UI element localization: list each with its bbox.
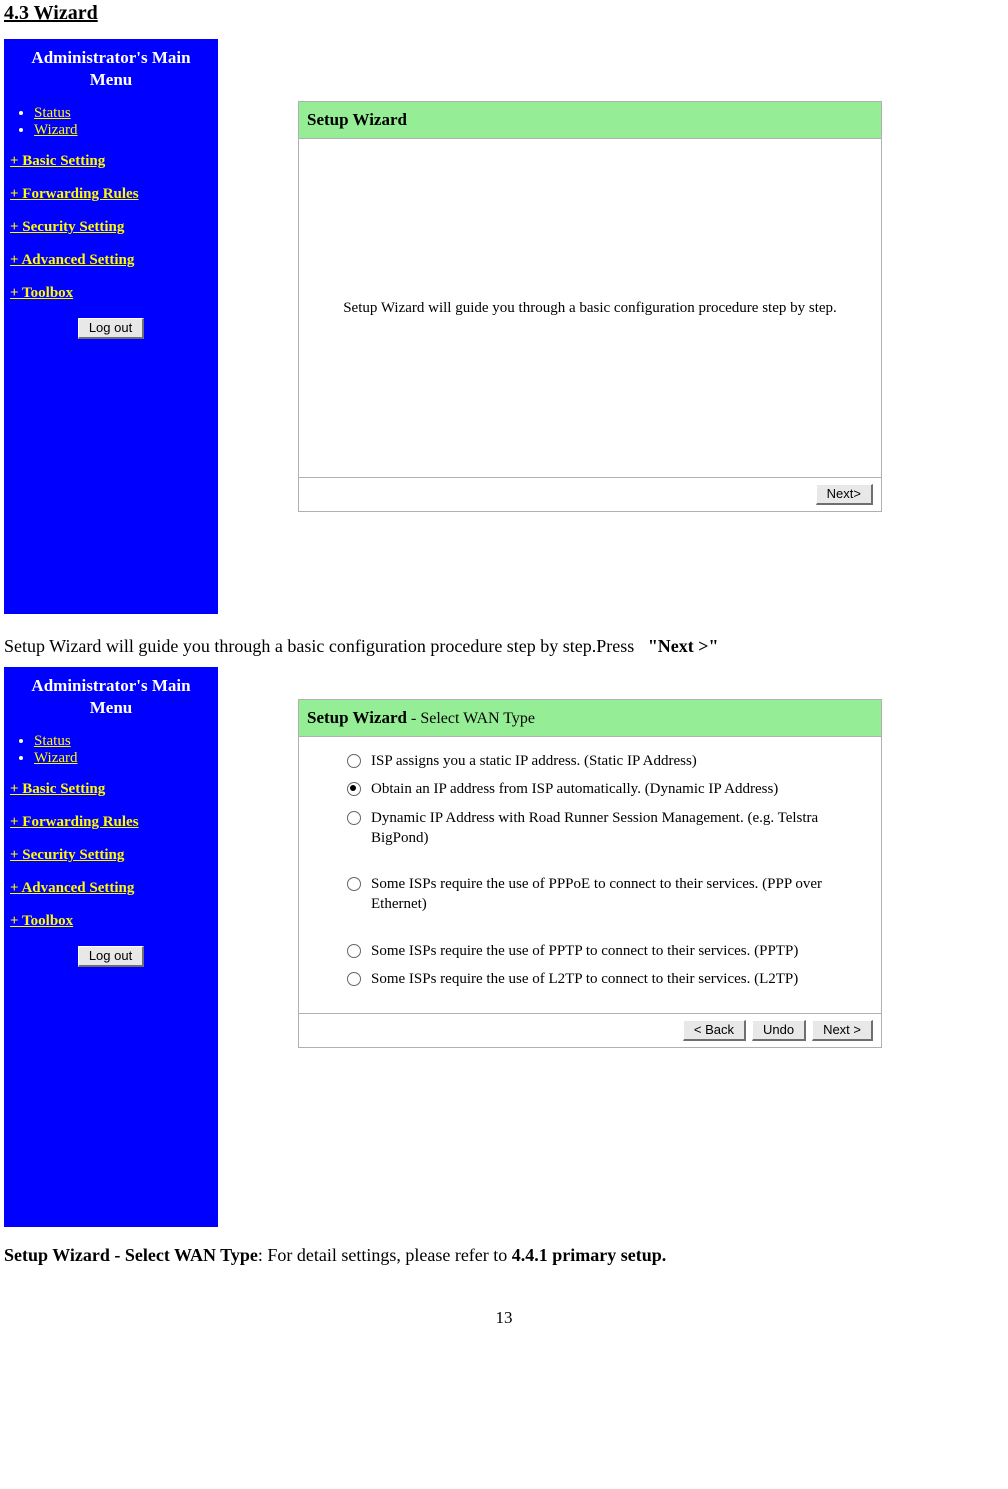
option-label: Some ISPs require the use of L2TP to con… (371, 969, 798, 989)
panel-title-sub: - Select WAN Type (407, 710, 535, 727)
sidebar-toolbox[interactable]: + Toolbox (10, 285, 212, 302)
logout-wrap-2: Log out (10, 946, 212, 967)
router-ui-1: Administrator's Main Menu Status Wizard … (4, 39, 884, 614)
sidebar: Administrator's Main Menu Status Wizard … (4, 39, 218, 614)
panel-title: Setup Wizard (307, 110, 407, 129)
back-button[interactable]: < Back (683, 1020, 746, 1041)
router-ui-2: Administrator's Main Menu Status Wizard … (4, 667, 884, 1227)
radio-icon[interactable] (347, 944, 361, 958)
radio-icon[interactable] (347, 811, 361, 825)
option-roadrunner[interactable]: Dynamic IP Address with Road Runner Sess… (347, 808, 853, 849)
option-label: Some ISPs require the use of PPTP to con… (371, 941, 798, 961)
sidebar-title: Administrator's Main Menu (10, 47, 212, 91)
panel-header-2: Setup Wizard - Select WAN Type (299, 700, 881, 737)
sidebar-quicklinks: Status Wizard (10, 105, 212, 139)
panel-body: Setup Wizard will guide you through a ba… (299, 139, 881, 478)
sidebar-forwarding-rules-2[interactable]: + Forwarding Rules (10, 814, 212, 831)
wizard-link[interactable]: Wizard (34, 122, 78, 138)
status-link[interactable]: Status (34, 105, 71, 121)
option-pppoe[interactable]: Some ISPs require the use of PPPoE to co… (347, 874, 853, 915)
sidebar-title-line2: Menu (90, 70, 133, 89)
option-label: Obtain an IP address from ISP automatica… (371, 779, 778, 799)
sidebar-item-wizard-2[interactable]: Wizard (34, 750, 212, 767)
sidebar-item-status-2[interactable]: Status (34, 733, 212, 750)
sidebar-2: Administrator's Main Menu Status Wizard … (4, 667, 218, 1227)
status-link-2[interactable]: Status (34, 733, 71, 749)
sidebar-security-setting[interactable]: + Security Setting (10, 219, 212, 236)
sidebar-advanced-setting-2[interactable]: + Advanced Setting (10, 880, 212, 897)
sidebar-quicklinks-2: Status Wizard (10, 733, 212, 767)
logout-button[interactable]: Log out (78, 318, 144, 339)
sidebar-advanced-setting[interactable]: + Advanced Setting (10, 252, 212, 269)
sidebar-security-setting-2[interactable]: + Security Setting (10, 847, 212, 864)
sidebar-basic-setting[interactable]: + Basic Setting (10, 153, 212, 170)
caption-1-text: Setup Wizard will guide you through a ba… (4, 636, 634, 656)
caption-2-bold1: Setup Wizard - Select WAN Type (4, 1245, 258, 1265)
option-label: ISP assigns you a static IP address. (St… (371, 751, 697, 771)
caption-1: Setup Wizard will guide you through a ba… (4, 634, 1004, 659)
sidebar-title-2: Administrator's Main Menu (10, 675, 212, 719)
main-area-2: Setup Wizard - Select WAN Type ISP assig… (218, 667, 884, 1227)
wizard-intro-text: Setup Wizard will guide you through a ba… (343, 300, 837, 317)
radio-icon-selected[interactable] (347, 782, 361, 796)
panel-header: Setup Wizard (299, 102, 881, 139)
option-dynamic-ip[interactable]: Obtain an IP address from ISP automatica… (347, 779, 853, 799)
option-label: Some ISPs require the use of PPPoE to co… (371, 874, 853, 915)
wan-type-panel: Setup Wizard - Select WAN Type ISP assig… (298, 699, 882, 1048)
sidebar-item-wizard[interactable]: Wizard (34, 122, 212, 139)
caption-2-bold2: 4.4.1 primary setup. (512, 1245, 667, 1265)
panel-title-strong: Setup Wizard (307, 708, 407, 727)
option-static-ip[interactable]: ISP assigns you a static IP address. (St… (347, 751, 853, 771)
sidebar-forwarding-rules[interactable]: + Forwarding Rules (10, 186, 212, 203)
caption-2: Setup Wizard - Select WAN Type: For deta… (4, 1243, 1004, 1268)
caption-2-mid: : For detail settings, please refer to (258, 1245, 512, 1265)
setup-wizard-panel: Setup Wizard Setup Wizard will guide you… (298, 101, 882, 512)
panel-footer-2: < Back Undo Next > (299, 1014, 881, 1047)
sidebar-title2-line1: Administrator's Main (31, 676, 190, 695)
panel-footer: Next> (299, 478, 881, 511)
next-button-2[interactable]: Next > (812, 1020, 873, 1041)
sidebar-item-status[interactable]: Status (34, 105, 212, 122)
radio-icon[interactable] (347, 754, 361, 768)
radio-icon[interactable] (347, 972, 361, 986)
page-title: 4.3 Wizard (4, 2, 1004, 25)
sidebar-title-line1: Administrator's Main (31, 48, 190, 67)
option-label: Dynamic IP Address with Road Runner Sess… (371, 808, 853, 849)
undo-button[interactable]: Undo (752, 1020, 806, 1041)
caption-1-bold: "Next >" (648, 636, 719, 656)
logout-wrap: Log out (10, 318, 212, 339)
option-l2tp[interactable]: Some ISPs require the use of L2TP to con… (347, 969, 853, 989)
main-area-1: Setup Wizard Setup Wizard will guide you… (218, 39, 884, 614)
wizard-link-2[interactable]: Wizard (34, 750, 78, 766)
option-pptp[interactable]: Some ISPs require the use of PPTP to con… (347, 941, 853, 961)
sidebar-toolbox-2[interactable]: + Toolbox (10, 913, 212, 930)
sidebar-title2-line2: Menu (90, 698, 133, 717)
sidebar-basic-setting-2[interactable]: + Basic Setting (10, 781, 212, 798)
wan-options: ISP assigns you a static IP address. (St… (299, 737, 881, 1014)
radio-icon[interactable] (347, 877, 361, 891)
logout-button-2[interactable]: Log out (78, 946, 144, 967)
next-button[interactable]: Next> (816, 484, 873, 505)
page-number: 13 (0, 1308, 1008, 1328)
